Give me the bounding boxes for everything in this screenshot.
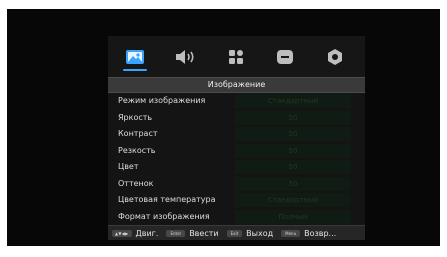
osd-menu: Изображение Режим изображения Стандартны… (108, 36, 365, 240)
setting-value: 50 (235, 110, 351, 125)
exit-key-badge: Exit (226, 229, 243, 237)
setting-label: Цветовая температура (118, 195, 216, 204)
setting-value: Полный (235, 209, 351, 224)
setting-value: 50 (235, 160, 351, 174)
setting-label: Резкость (118, 145, 156, 155)
active-tab-indicator (123, 69, 147, 71)
timer-icon (277, 50, 293, 64)
tab-timer[interactable] (271, 45, 299, 69)
move-hint-label: Двиг. (135, 228, 159, 238)
setting-label: Оттенок (118, 178, 154, 188)
sound-icon (176, 50, 194, 64)
back-hint-label: Возвр... (304, 228, 337, 238)
setting-row-color-temperature[interactable]: Цветовая температура Стандартный (108, 192, 365, 209)
setting-value: 50 (235, 176, 351, 191)
setting-value: 50 (235, 143, 351, 158)
tab-sound[interactable] (171, 45, 199, 69)
tab-settings[interactable] (321, 45, 349, 69)
setting-label: Режим изображения (118, 96, 206, 105)
setting-row-contrast[interactable]: Контраст 50 (108, 126, 365, 143)
options-grid-icon (229, 50, 243, 64)
menu-key-badge: Menu (281, 229, 301, 237)
setting-row-aspect-ratio[interactable]: Формат изображения Полный (108, 209, 365, 226)
tab-picture[interactable] (121, 45, 149, 71)
enter-key-badge: Enter (166, 229, 186, 237)
settings-list: Режим изображения Стандартный Яркость 50… (108, 93, 365, 225)
tv-screen: Изображение Режим изображения Стандартны… (7, 9, 440, 246)
setting-row-brightness[interactable]: Яркость 50 (108, 110, 365, 127)
setting-value: Стандартный (235, 193, 351, 207)
setting-row-picture-mode[interactable]: Режим изображения Стандартный (108, 93, 365, 110)
picture-icon (126, 50, 144, 64)
setting-label: Яркость (118, 112, 153, 122)
arrow-keys-icon: ▲▼◀▶ (112, 229, 132, 237)
setting-row-color[interactable]: Цвет 50 (108, 159, 365, 176)
exit-hint-label: Выход (246, 228, 274, 238)
enter-hint-label: Ввести (189, 228, 219, 238)
setting-row-tint[interactable]: Оттенок 50 (108, 176, 365, 193)
menu-tab-bar (108, 36, 365, 77)
setting-row-sharpness[interactable]: Резкость 50 (108, 143, 365, 160)
key-hint-bar: ▲▼◀▶ Двиг. Enter Ввести Exit Выход Menu … (108, 225, 365, 240)
setting-value: 50 (235, 127, 351, 141)
setting-label: Контраст (118, 129, 158, 138)
setting-value: Стандартный (235, 94, 351, 108)
tab-options[interactable] (222, 45, 250, 69)
setting-label: Формат изображения (118, 211, 210, 221)
menu-title: Изображение (108, 77, 365, 93)
setting-label: Цвет (118, 162, 139, 171)
settings-gear-icon (328, 49, 342, 65)
